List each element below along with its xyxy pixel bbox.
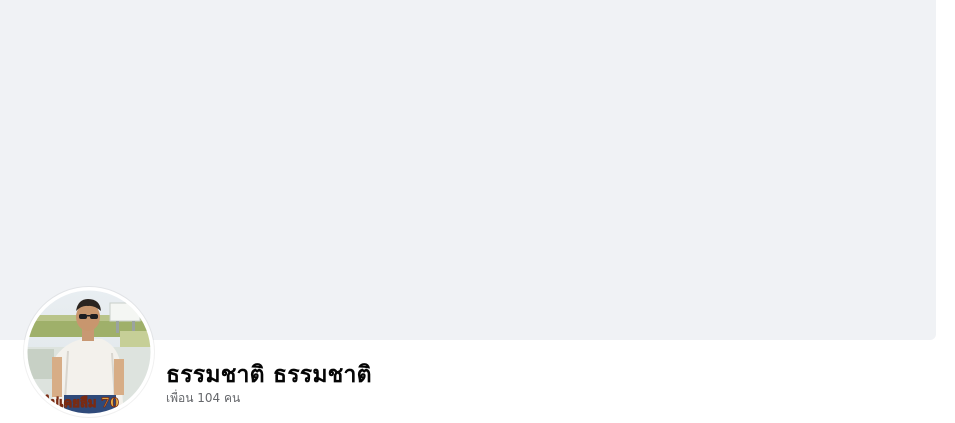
profile-page: ไม่เคยลืม 70 ธรรมชาติ ธรรมชาติ เพื่อน 10… — [0, 0, 955, 423]
friend-count-suffix: คน — [223, 391, 241, 405]
friend-count-number: 104 — [197, 391, 221, 405]
cover-photo[interactable] — [0, 0, 936, 340]
profile-picture[interactable]: ไม่เคยลืม 70 — [24, 287, 154, 417]
profile-name[interactable]: ธรรมชาติ ธรรมชาติ — [166, 360, 372, 390]
friend-count[interactable]: เพื่อน 104 คน — [166, 390, 240, 406]
friend-count-prefix: เพื่อน — [166, 391, 194, 405]
profile-photo-image: ไม่เคยลืม 70 — [24, 287, 154, 417]
